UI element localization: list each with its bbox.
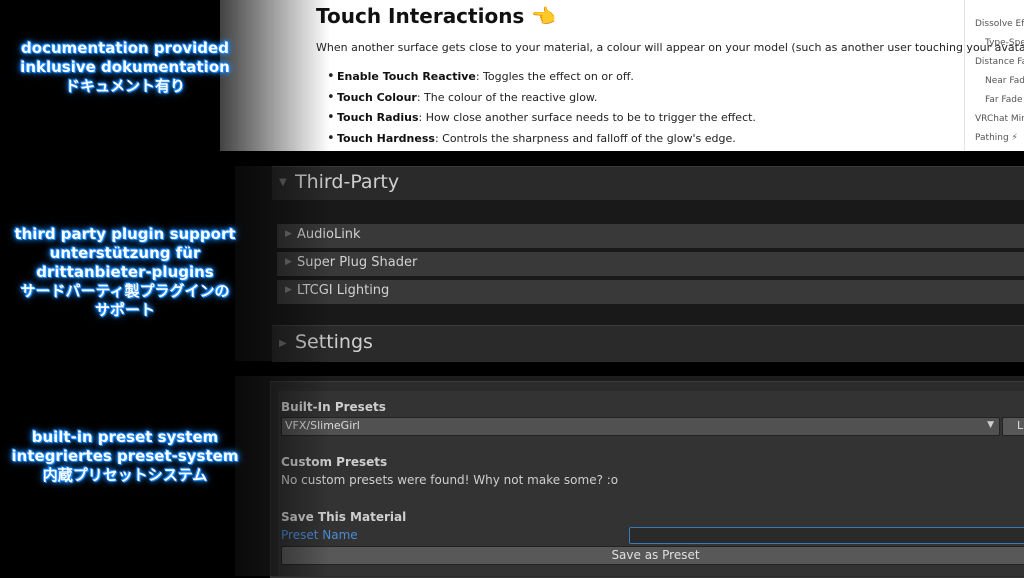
item-term: Touch Hardness (337, 131, 435, 145)
item-desc: : How close another surface needs to be … (418, 111, 756, 124)
table-of-contents: Dissolve Effec Type-Spec Distance Fadi N… (964, 0, 1024, 151)
builtin-preset-dropdown[interactable]: VFX/SlimeGirl ▼ (281, 417, 1000, 436)
settings-header: Settings (295, 331, 373, 353)
chevron-down-icon: ▼ (279, 177, 287, 188)
chevron-right-icon: ▶ (285, 257, 292, 267)
third-party-foldout[interactable]: ▼ Third-Party (272, 166, 1024, 200)
save-material-label: Save This Material (281, 510, 407, 524)
dropdown-value: VFX/SlimeGirl (285, 419, 360, 432)
item-term: Touch Radius (337, 111, 419, 124)
docs-feature-list: Enable Touch Reactive: Toggles the effec… (316, 69, 756, 152)
toc-link[interactable]: Distance Fadi (975, 57, 1024, 67)
pointing-hand-icon: 👈 (531, 4, 557, 28)
toc-link[interactable]: Dissolve Effec (975, 19, 1024, 29)
chevron-right-icon: ▶ (285, 229, 292, 239)
third-party-header: Third-Party (295, 171, 400, 193)
caption-line: documentation provided (21, 39, 229, 57)
plugin-foldout-super-plug[interactable]: ▶ Super Plug Shader (277, 252, 1024, 276)
plugin-label: AudioLink (297, 227, 361, 242)
preset-name-label: Preset Name (281, 528, 358, 542)
list-item: Touch Colour: The colour of the reactive… (316, 90, 756, 112)
toc-link[interactable]: Far Fade (985, 95, 1023, 105)
docs-title-text: Touch Interactions (316, 4, 525, 28)
list-item: Touch Hardness: Controls the sharpness a… (316, 131, 756, 152)
item-desc: : Toggles the effect on or off. (475, 70, 634, 83)
docs-intro: When another surface gets close to your … (316, 41, 1024, 54)
caption-line: ドキュメント有り (64, 77, 185, 95)
custom-presets-empty: No custom presets were found! Why not ma… (281, 473, 619, 487)
settings-foldout[interactable]: ▶ Settings (272, 325, 1024, 362)
caption-line: 内蔵プリセットシステム (42, 466, 208, 484)
save-as-preset-button[interactable]: Save as Preset (281, 546, 1024, 565)
toc-link[interactable]: Pathing ⚡ (975, 133, 1018, 143)
caption-line: サポート (94, 301, 155, 319)
caption-line: drittanbieter-plugins (36, 263, 214, 281)
list-item: Touch Radius: How close another surface … (316, 110, 756, 132)
toc-link[interactable]: Near Fade (985, 76, 1024, 86)
list-item: Enable Touch Reactive: Toggles the effec… (316, 69, 756, 91)
toc-link[interactable]: Type-Spec (985, 38, 1024, 48)
caption-line: integriertes preset-system (11, 447, 239, 465)
docs-title: Touch Interactions 👈 (316, 4, 556, 28)
caption-documentation: documentation provided inklusive dokumen… (0, 39, 250, 96)
custom-presets-label: Custom Presets (281, 455, 388, 469)
plugin-label: LTCGI Lighting (297, 283, 390, 298)
caption-line: unterstützung für (49, 244, 201, 262)
caption-presets: built-in preset system integriertes pres… (0, 428, 250, 485)
toc-link[interactable]: VRChat Mirro (975, 114, 1024, 124)
load-button-label: L (1017, 419, 1024, 432)
chevron-down-icon: ▼ (987, 420, 994, 430)
caption-line: サードパーティ製プラグインの (20, 282, 230, 300)
item-desc: : The colour of the reactive glow. (416, 90, 598, 104)
load-preset-button[interactable]: L (1002, 417, 1024, 436)
item-term: Enable Touch Reactive (337, 70, 476, 83)
preset-name-input[interactable] (629, 527, 1024, 544)
plugin-label: Super Plug Shader (297, 255, 418, 270)
plugin-foldout-ltcgi[interactable]: ▶ LTCGI Lighting (277, 280, 1024, 304)
chevron-right-icon: ▶ (279, 338, 287, 349)
caption-line: inklusive dokumentation (20, 58, 230, 76)
builtin-presets-label: Built-In Presets (281, 400, 386, 414)
caption-line: third party plugin support (14, 225, 236, 243)
chevron-right-icon: ▶ (285, 285, 292, 295)
caption-third-party: third party plugin support unterstützung… (0, 225, 250, 320)
item-desc: : Controls the sharpness and falloff of … (434, 131, 736, 145)
caption-line: built-in preset system (31, 428, 219, 446)
documentation-panel: Touch Interactions 👈 When another surfac… (220, 0, 1024, 151)
item-term: Touch Colour (337, 90, 417, 104)
plugin-foldout-audiolink[interactable]: ▶ AudioLink (277, 224, 1024, 248)
